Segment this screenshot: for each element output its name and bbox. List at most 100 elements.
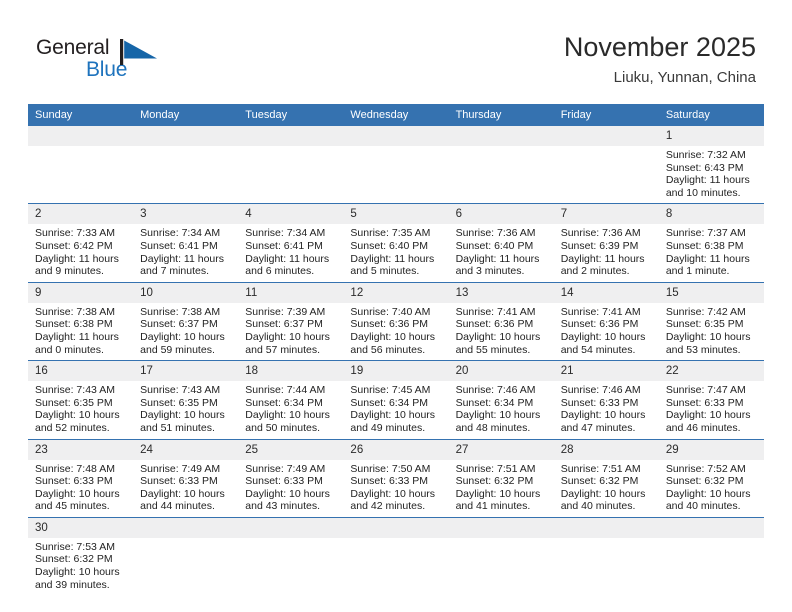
day-details: Sunrise: 7:52 AM Sunset: 6:32 PM Daylight:… — [659, 460, 764, 517]
calendar-day-cell[interactable]: 12 Sunrise: 7:40 AM Sunset: 6:36 PM Dayligh… — [343, 281, 449, 361]
daylight-duration-line1: Daylight: 11 hours — [350, 252, 435, 265]
calendar-day-cell[interactable]: 29 Sunrise: 7:52 AM Sunset: 6:32 PM Dayligh… — [658, 438, 764, 518]
sunrise-time: Sunrise: 7:37 AM — [665, 227, 746, 240]
day-number: 29 — [658, 439, 764, 460]
day-details: Sunrise: 7:36 AM Sunset: 6:40 PM Daylight:… — [449, 224, 554, 281]
sunrise-time: Sunrise: 7:47 AM — [665, 384, 746, 397]
day-details: Sunrise: 7:49 AM Sunset: 6:33 PM Daylight:… — [133, 460, 238, 517]
day-details: Sunrise: 7:38 AM Sunset: 6:37 PM Daylight:… — [133, 303, 238, 360]
day-details: Sunrise: 7:48 AM Sunset: 6:33 PM Daylight:… — [28, 460, 133, 517]
calendar-day-cell[interactable]: 11 Sunrise: 7:39 AM Sunset: 6:37 PM Dayligh… — [238, 281, 344, 361]
calendar-day-cell[interactable]: 19 Sunrise: 7:45 AM Sunset: 6:34 PM Dayligh… — [343, 360, 449, 439]
day-number: 13 — [448, 282, 554, 303]
day-details: Sunrise: 7:45 AM Sunset: 6:34 PM Daylight:… — [343, 381, 448, 438]
calendar-day-cell-empty — [28, 126, 134, 204]
sunrise-time: Sunrise: 7:43 AM — [35, 384, 115, 397]
day-number: 30 — [28, 517, 134, 538]
daylight-duration-line2: and 44 minutes. — [140, 500, 215, 513]
calendar-day-cell[interactable]: 15 Sunrise: 7:42 AM Sunset: 6:35 PM Dayligh… — [658, 281, 764, 361]
calendar-table: Sunday Monday Tuesday Wednesday Thursday… — [28, 104, 764, 596]
sunrise-time: Sunrise: 7:45 AM — [350, 384, 431, 397]
daylight-duration-line1: Daylight: 10 hours — [560, 409, 646, 422]
day-number: 2 — [28, 204, 134, 225]
weekday-header-tuesday: Tuesday — [238, 104, 344, 126]
sunrise-time: Sunrise: 7:41 AM — [560, 305, 641, 318]
calendar-day-cell[interactable]: 25 Sunrise: 7:49 AM Sunset: 6:33 PM Dayligh… — [238, 438, 344, 518]
daylight-duration-line1: Daylight: 10 hours — [665, 487, 751, 500]
calendar-day-cell[interactable]: 30 Sunrise: 7:53 AM Sunset: 6:32 PM Dayligh… — [28, 516, 134, 596]
calendar-day-cell-empty — [448, 126, 554, 204]
daylight-duration-line1: Daylight: 10 hours — [35, 487, 120, 500]
calendar-day-cell[interactable]: 20 Sunrise: 7:46 AM Sunset: 6:34 PM Dayligh… — [448, 360, 554, 439]
calendar-day-cell[interactable]: 26 Sunrise: 7:50 AM Sunset: 6:33 PM Dayligh… — [343, 438, 449, 518]
calendar-page: General Blue November 2025 Liuku, Yunnan… — [0, 0, 792, 612]
calendar-week-row: 2 Sunrise: 7:33 AM Sunset: 6:42 PM Daylight… — [28, 203, 764, 283]
calendar-day-cell[interactable]: 5 Sunrise: 7:35 AM Sunset: 6:40 PM Daylight… — [343, 203, 449, 283]
sunset-time: Sunset: 6:34 PM — [245, 396, 323, 409]
sunset-time: Sunset: 6:36 PM — [560, 318, 639, 331]
calendar-day-cell[interactable]: 8 Sunrise: 7:37 AM Sunset: 6:38 PM Daylight… — [658, 203, 764, 283]
sunrise-time: Sunrise: 7:32 AM — [665, 149, 746, 161]
sunrise-time: Sunrise: 7:34 AM — [245, 227, 326, 240]
title-block: November 2025 Liuku, Yunnan, China — [564, 30, 756, 89]
day-number: 28 — [553, 439, 659, 460]
calendar-day-cell[interactable]: 16 Sunrise: 7:43 AM Sunset: 6:35 PM Dayligh… — [28, 360, 134, 439]
calendar-day-cell[interactable]: 22 Sunrise: 7:47 AM Sunset: 6:33 PM Dayligh… — [658, 360, 764, 439]
calendar-day-cell[interactable]: 7 Sunrise: 7:36 AM Sunset: 6:39 PM Daylight… — [553, 203, 659, 283]
daylight-duration-line1: Daylight: 11 hours — [140, 252, 224, 265]
sunrise-time: Sunrise: 7:46 AM — [455, 384, 536, 397]
sunset-time: Sunset: 6:41 PM — [245, 239, 323, 252]
weekday-header-wednesday: Wednesday — [343, 104, 449, 126]
day-number: 7 — [553, 204, 659, 225]
day-number: 27 — [448, 439, 554, 460]
sunset-time: Sunset: 6:33 PM — [665, 396, 744, 409]
calendar-week-row: 1 Sunrise: 7:32 AM Sunset: 6:43 PM Daylight… — [28, 126, 764, 204]
sunset-time: Sunset: 6:32 PM — [560, 475, 639, 488]
sunrise-time: Sunrise: 7:38 AM — [140, 305, 221, 318]
daylight-duration-line2: and 57 minutes. — [245, 343, 320, 356]
calendar-day-cell[interactable]: 10 Sunrise: 7:38 AM Sunset: 6:37 PM Dayligh… — [133, 281, 239, 361]
page-header: General Blue November 2025 Liuku, Yunnan… — [0, 0, 792, 100]
sunset-time: Sunset: 6:43 PM — [665, 161, 744, 174]
day-number — [343, 126, 449, 146]
sunrise-time: Sunrise: 7:49 AM — [140, 462, 221, 475]
calendar-day-cell[interactable]: 27 Sunrise: 7:51 AM Sunset: 6:32 PM Dayligh… — [448, 438, 554, 518]
calendar-day-cell-empty — [553, 516, 659, 596]
daylight-duration-line1: Daylight: 11 hours — [455, 252, 540, 265]
calendar-day-cell[interactable]: 24 Sunrise: 7:49 AM Sunset: 6:33 PM Dayligh… — [133, 438, 239, 518]
day-number: 16 — [28, 361, 134, 382]
calendar-day-cell[interactable]: 18 Sunrise: 7:44 AM Sunset: 6:34 PM Dayligh… — [238, 360, 344, 439]
calendar-day-cell[interactable]: 2 Sunrise: 7:33 AM Sunset: 6:42 PM Daylight… — [28, 203, 134, 283]
general-blue-logo[interactable]: General Blue — [36, 36, 166, 88]
sunset-time: Sunset: 6:35 PM — [665, 318, 744, 331]
calendar-day-cell[interactable]: 13 Sunrise: 7:41 AM Sunset: 6:36 PM Dayligh… — [448, 281, 554, 361]
day-details: Sunrise: 7:37 AM Sunset: 6:38 PM Daylight:… — [659, 224, 764, 281]
day-number: 17 — [133, 361, 239, 382]
calendar-day-cell[interactable]: 3 Sunrise: 7:34 AM Sunset: 6:41 PM Daylight… — [133, 203, 239, 283]
daylight-duration-line2: and 7 minutes. — [140, 265, 210, 278]
day-number: 6 — [448, 204, 554, 225]
page-title: November 2025 — [563, 32, 756, 62]
sunrise-time: Sunrise: 7:35 AM — [350, 227, 431, 240]
calendar-day-cell[interactable]: 21 Sunrise: 7:46 AM Sunset: 6:33 PM Dayligh… — [553, 360, 659, 439]
sunrise-time: Sunrise: 7:52 AM — [665, 462, 746, 475]
calendar-day-cell-empty — [133, 516, 239, 596]
daylight-duration-line2: and 45 minutes. — [35, 500, 110, 513]
day-details: Sunrise: 7:41 AM Sunset: 6:36 PM Daylight:… — [554, 303, 659, 360]
daylight-duration-line2: and 48 minutes. — [455, 421, 531, 434]
calendar-day-cell[interactable]: 1 Sunrise: 7:32 AM Sunset: 6:43 PM Daylight… — [658, 126, 764, 204]
calendar-day-cell[interactable]: 14 Sunrise: 7:41 AM Sunset: 6:36 PM Dayligh… — [553, 281, 659, 361]
daylight-duration-line1: Daylight: 10 hours — [140, 330, 225, 343]
calendar-day-cell[interactable]: 28 Sunrise: 7:51 AM Sunset: 6:32 PM Dayligh… — [553, 438, 659, 518]
sunset-time: Sunset: 6:38 PM — [35, 318, 113, 331]
daylight-duration-line2: and 53 minutes. — [665, 343, 741, 356]
calendar-day-cell[interactable]: 6 Sunrise: 7:36 AM Sunset: 6:40 PM Daylight… — [448, 203, 554, 283]
day-details: Sunrise: 7:32 AM Sunset: 6:43 PM Daylight:… — [659, 146, 764, 203]
calendar-day-cell[interactable]: 23 Sunrise: 7:48 AM Sunset: 6:33 PM Dayligh… — [28, 438, 134, 518]
calendar-day-cell[interactable]: 9 Sunrise: 7:38 AM Sunset: 6:38 PM Daylight… — [28, 281, 134, 361]
calendar-day-cell[interactable]: 4 Sunrise: 7:34 AM Sunset: 6:41 PM Daylight… — [238, 203, 344, 283]
day-number: 24 — [133, 439, 239, 460]
calendar-day-cell[interactable]: 17 Sunrise: 7:43 AM Sunset: 6:35 PM Dayligh… — [133, 360, 239, 439]
daylight-duration-line2: and 0 minutes. — [35, 343, 104, 356]
sunrise-time: Sunrise: 7:51 AM — [560, 462, 641, 475]
